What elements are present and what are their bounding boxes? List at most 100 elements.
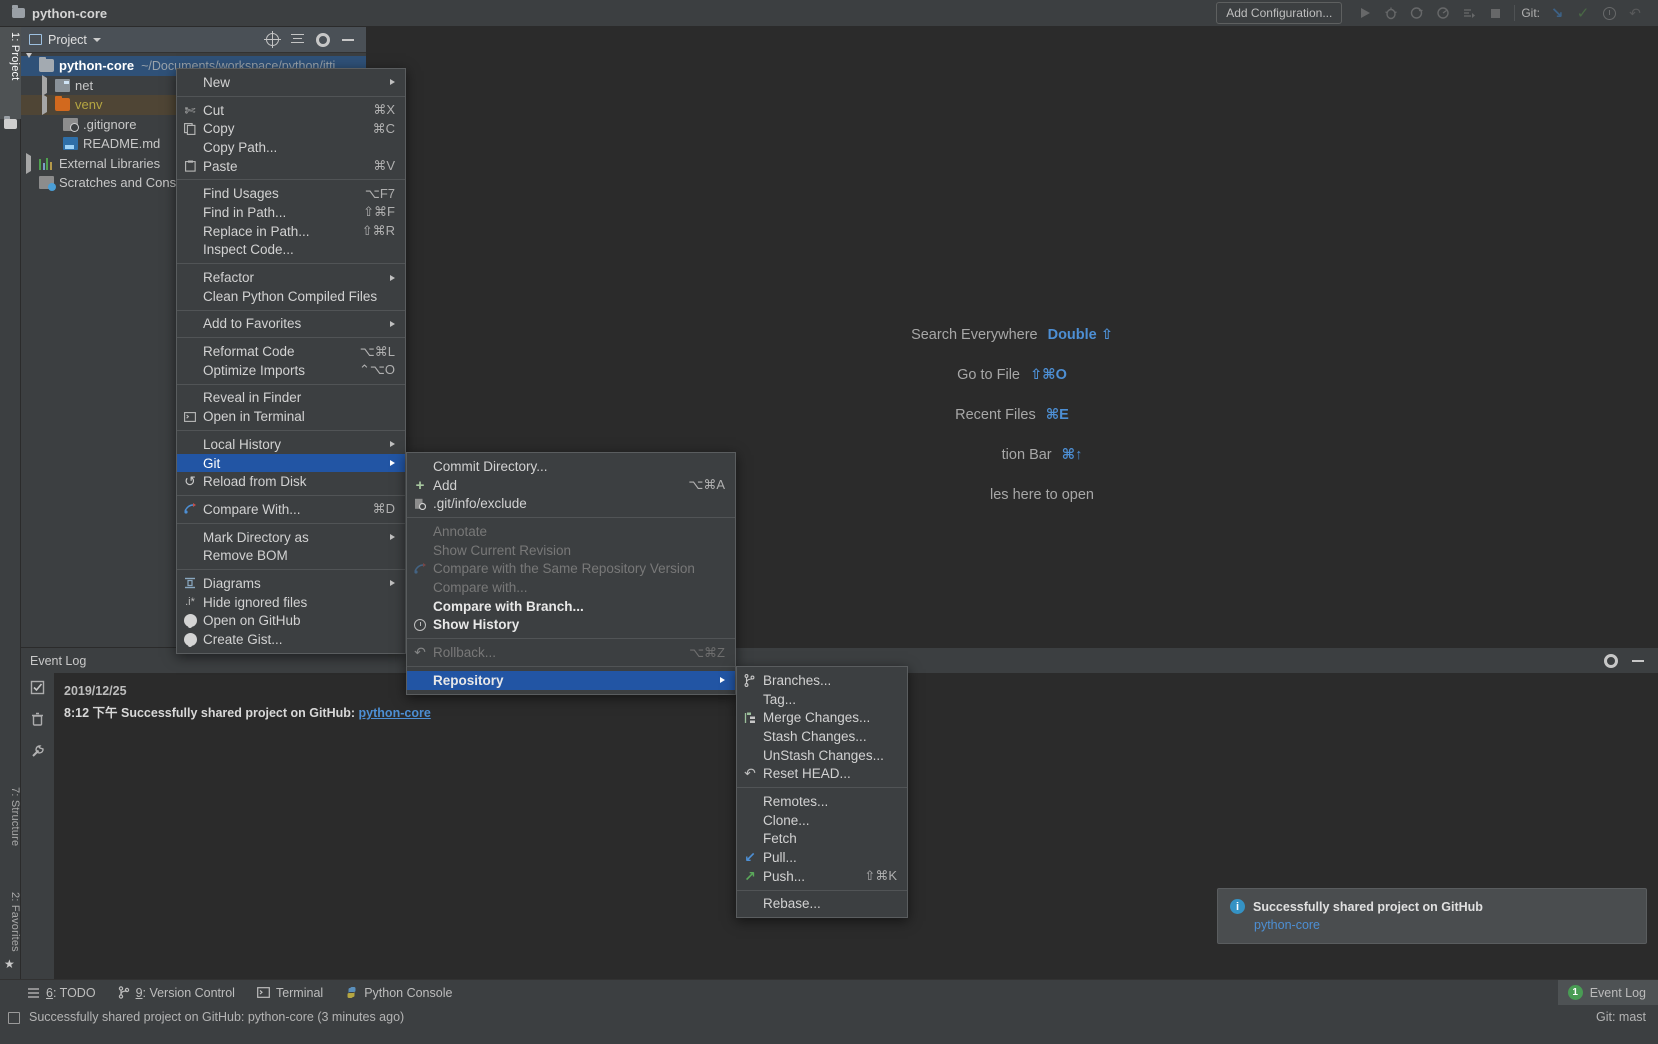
menu-item-inspect-code[interactable]: Inspect Code... — [177, 241, 405, 260]
menu-item-copy[interactable]: Copy ⌘C — [177, 119, 405, 138]
menu-item-stash-changes[interactable]: Stash Changes... — [737, 727, 907, 746]
settings-gear-icon[interactable] — [316, 32, 330, 47]
menu-item-reformat-code[interactable]: Reformat Code ⌥⌘L — [177, 342, 405, 361]
menu-item-label: Add — [433, 477, 458, 493]
bottom-tab-number: 9 — [135, 985, 143, 1000]
event-log-message: Successfully shared project on GitHub: — [120, 706, 356, 720]
menu-separator — [177, 569, 405, 571]
menu-item-create-gist[interactable]: Create Gist... — [177, 630, 405, 649]
chevron-down-icon[interactable] — [26, 53, 32, 74]
chevron-down-icon[interactable] — [92, 37, 101, 42]
title-bar: python-core Add Configuration... Git: ↘ … — [0, 0, 1658, 27]
menu-item-remove-bom[interactable]: Remove BOM — [177, 546, 405, 565]
menu-item-copy-path[interactable]: Copy Path... — [177, 138, 405, 157]
menu-item-fetch[interactable]: Fetch — [737, 830, 907, 849]
menu-item-diagrams[interactable]: Diagrams — [177, 574, 405, 593]
menu-item-add[interactable]: + Add ⌥⌘A — [407, 476, 735, 495]
commit-icon[interactable]: ✓ — [1570, 2, 1596, 24]
gear-icon[interactable] — [1604, 653, 1618, 668]
bottom-tab-event-log[interactable]: 1 Event Log — [1557, 979, 1658, 1006]
debug-icon[interactable] — [1378, 2, 1404, 24]
menu-item-branches[interactable]: Branches... — [737, 671, 907, 690]
status-bar-branch[interactable]: Git: mast — [1596, 1010, 1658, 1024]
menu-item-optimize-imports[interactable]: Optimize Imports ⌃⌥O — [177, 361, 405, 380]
menu-item-git[interactable]: Git — [177, 453, 405, 473]
update-project-icon[interactable]: ↘ — [1544, 2, 1570, 24]
locate-icon[interactable] — [264, 31, 281, 48]
menu-item-reset-head[interactable]: ↶ Reset HEAD... — [737, 764, 907, 783]
status-message-icon[interactable] — [8, 1012, 20, 1024]
hint-row: Go to File ⇧⌘O — [366, 367, 1658, 383]
menu-item-new[interactable]: New — [177, 73, 405, 92]
menu-item-rebase[interactable]: Rebase... — [737, 895, 907, 914]
chevron-right-icon[interactable] — [42, 94, 47, 116]
menu-item-clean-python-compiled-files[interactable]: Clean Python Compiled Files — [177, 287, 405, 306]
menu-item-label: Compare With... — [203, 501, 301, 517]
menu-item-paste[interactable]: Paste ⌘V — [177, 157, 405, 176]
run-with-icon[interactable] — [1456, 2, 1482, 24]
bottom-tab-todo[interactable]: 6: TODO — [28, 986, 96, 1000]
event-log-link[interactable]: python-core — [359, 706, 431, 720]
menu-item-tag[interactable]: Tag... — [737, 690, 907, 709]
menu-item-find-usages[interactable]: Find Usages ⌥F7 — [177, 184, 405, 203]
menu-item-remotes[interactable]: Remotes... — [737, 792, 907, 811]
profile-icon[interactable] — [1430, 2, 1456, 24]
menu-item-shortcut: ⇧⌘F — [363, 204, 395, 220]
bottom-tab-terminal[interactable]: Terminal — [257, 986, 323, 1000]
excluded-folder-icon — [55, 95, 70, 112]
notification-toast[interactable]: i Successfully shared project on GitHub … — [1217, 888, 1647, 944]
menu-item-clone[interactable]: Clone... — [737, 811, 907, 830]
rollback-icon[interactable]: ↶ — [1622, 2, 1648, 24]
history-icon[interactable] — [1596, 2, 1622, 24]
menu-item-open-on-github[interactable]: Open on GitHub — [177, 612, 405, 631]
stop-icon[interactable] — [1482, 2, 1508, 24]
menu-item-label: Copy — [203, 121, 235, 137]
repository-submenu[interactable]: Branches... Tag... Merge Changes... Stas… — [736, 666, 908, 919]
menu-item-compare-same-repository-version: Compare with the Same Repository Version — [407, 559, 735, 578]
mark-read-icon[interactable] — [30, 680, 45, 695]
chevron-right-icon[interactable] — [26, 152, 31, 174]
menu-item-merge-changes[interactable]: Merge Changes... — [737, 708, 907, 727]
menu-item-compare-with[interactable]: Compare With... ⌘D — [177, 500, 405, 519]
tree-item-label: python-core — [59, 58, 135, 74]
context-menu[interactable]: New ✄ Cut ⌘X Copy ⌘C Copy Path... Paste … — [176, 68, 406, 654]
hide-icon[interactable] — [1632, 659, 1644, 662]
git-submenu[interactable]: Commit Directory... + Add ⌥⌘A .git/info/… — [406, 452, 736, 695]
star-icon: ★ — [4, 957, 15, 971]
menu-item-unstash-changes[interactable]: UnStash Changes... — [737, 746, 907, 765]
menu-item-refactor[interactable]: Refactor — [177, 268, 405, 287]
menu-item-git-info-exclude[interactable]: .git/info/exclude — [407, 494, 735, 513]
menu-item-show-history[interactable]: Show History — [407, 616, 735, 635]
hint-shortcut: ⇧⌘O — [1029, 367, 1067, 383]
menu-item-compare-with-branch[interactable]: Compare with Branch... — [407, 597, 735, 616]
settings-wrench-icon[interactable] — [30, 744, 45, 759]
hide-icon[interactable] — [342, 38, 354, 41]
add-configuration-button[interactable]: Add Configuration... — [1216, 2, 1343, 24]
bottom-tab-python-console[interactable]: Python Console — [345, 986, 452, 1000]
menu-item-find-in-path[interactable]: Find in Path... ⇧⌘F — [177, 203, 405, 222]
bottom-tab-version-control[interactable]: 9: Version Control — [118, 986, 235, 1000]
sidebar-item-project[interactable]: 1: Project — [0, 27, 21, 119]
menu-item-pull[interactable]: ↙ Pull... — [737, 848, 907, 867]
run-icon[interactable] — [1352, 2, 1378, 24]
menu-item-hide-ignored-files[interactable]: .i* Hide ignored files — [177, 593, 405, 612]
menu-item-repository[interactable]: Repository — [407, 670, 735, 690]
menu-item-cut[interactable]: ✄ Cut ⌘X — [177, 101, 405, 120]
menu-item-label: Rebase... — [763, 896, 821, 912]
chevron-right-icon[interactable] — [42, 74, 47, 96]
collapse-all-icon[interactable] — [291, 33, 304, 46]
menu-item-replace-in-path[interactable]: Replace in Path... ⇧⌘R — [177, 222, 405, 241]
menu-item-mark-directory-as[interactable]: Mark Directory as — [177, 528, 405, 547]
menu-item-commit-directory[interactable]: Commit Directory... — [407, 457, 735, 476]
menu-item-add-to-favorites[interactable]: Add to Favorites — [177, 315, 405, 334]
toast-link[interactable]: python-core — [1254, 918, 1646, 932]
menu-item-reload-from-disk[interactable]: ↺ Reload from Disk — [177, 472, 405, 491]
menu-item-push[interactable]: ↗ Push... ⇧⌘K — [737, 867, 907, 886]
menu-item-open-in-terminal[interactable]: Open in Terminal — [177, 407, 405, 426]
sidebar-item-structure[interactable]: 7: Structure — [0, 782, 21, 882]
menu-item-local-history[interactable]: Local History — [177, 435, 405, 454]
clear-all-icon[interactable] — [30, 712, 45, 727]
menu-item-reveal-in-finder[interactable]: Reveal in Finder — [177, 389, 405, 408]
tree-item-label: venv — [75, 97, 103, 113]
run-coverage-icon[interactable] — [1404, 2, 1430, 24]
